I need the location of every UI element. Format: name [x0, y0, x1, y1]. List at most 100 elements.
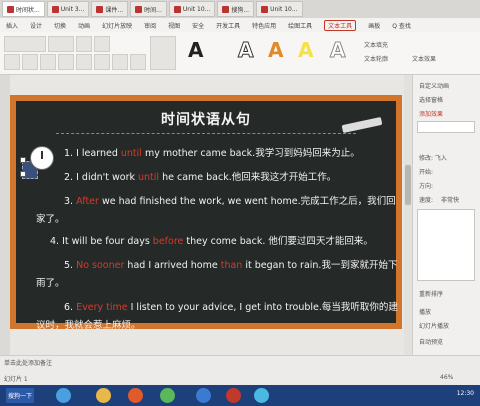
- wechat-icon[interactable]: [160, 388, 175, 403]
- align-center-icon[interactable]: [76, 54, 92, 70]
- wps-icon[interactable]: [226, 388, 241, 403]
- slide-canvas[interactable]: 时间状语从句 1. I learned until my mother came…: [10, 75, 404, 355]
- modify-label: 修改: 飞入: [419, 155, 447, 162]
- tab-6[interactable]: 搜狗...: [217, 1, 255, 17]
- ppt-icon: [173, 5, 181, 13]
- resize-handle[interactable]: [20, 171, 26, 177]
- chalkboard-slide[interactable]: 时间状语从句 1. I learned until my mother came…: [16, 101, 398, 331]
- text-style-shadow[interactable]: A: [329, 38, 346, 63]
- tab-4[interactable]: 时间...: [130, 1, 167, 17]
- font-selector[interactable]: [4, 36, 46, 52]
- app-k-icon[interactable]: [196, 388, 211, 403]
- resize-handle[interactable]: [20, 157, 26, 163]
- ppt-icon: [135, 5, 143, 13]
- menu-drawing[interactable]: 绘图工具: [288, 21, 312, 30]
- app-icon[interactable]: [254, 388, 269, 403]
- tab-1[interactable]: 时间状...: [2, 1, 45, 17]
- tab-2[interactable]: Unit 3...: [46, 1, 90, 17]
- menu-review[interactable]: 审阅: [144, 21, 156, 30]
- menu-transition[interactable]: 切换: [54, 21, 66, 30]
- align-left-icon[interactable]: [58, 54, 74, 70]
- text-effect-button[interactable]: 文本效果: [412, 54, 436, 63]
- tab-label: Unit 10...: [270, 5, 298, 13]
- menu-design[interactable]: 设计: [30, 21, 42, 30]
- sentence-2[interactable]: 2. I didn't work until he came back.他回来我…: [64, 169, 384, 183]
- line-spacing-icon[interactable]: [112, 54, 128, 70]
- bold-icon[interactable]: [4, 54, 20, 70]
- grow-font-icon[interactable]: [76, 36, 92, 52]
- tab-3[interactable]: 课件...: [91, 1, 129, 17]
- menu-security[interactable]: 安全: [192, 21, 204, 30]
- thumbnail-panel[interactable]: [0, 75, 10, 355]
- play-button[interactable]: 播放: [419, 307, 431, 316]
- speed-label: 速度:: [419, 197, 434, 204]
- reorder-label: 重新排序: [419, 291, 444, 298]
- menu-slideshow[interactable]: 幻灯片放映: [102, 21, 132, 30]
- slide-frame: 时间状语从句 1. I learned until my mother came…: [10, 95, 402, 331]
- tab-label: 时间...: [144, 6, 162, 14]
- text-style-yellow[interactable]: A: [298, 38, 313, 62]
- menu-devtools[interactable]: 开发工具: [216, 21, 240, 30]
- menu-special[interactable]: 特色应用: [252, 21, 276, 30]
- menu-animation[interactable]: 动画: [78, 21, 90, 30]
- tab-label: 课件...: [105, 6, 124, 14]
- pane-header: 自定义动画: [419, 83, 450, 90]
- animation-pane: 自定义动画 选择窗格 添加效果 修改: 飞入 开始: 方向: 速度: 非常快 重…: [412, 75, 480, 355]
- tab-label: 时间状...: [16, 6, 40, 14]
- sentence-4[interactable]: 4. It will be four days before they come…: [50, 233, 384, 247]
- add-effect-button[interactable]: 添加效果: [419, 109, 443, 118]
- ribbon-toolbar: A A A A A 文本填充 文本轮廓 文本效果: [0, 32, 480, 75]
- vertical-scrollbar[interactable]: [404, 75, 412, 355]
- select-pane-button[interactable]: 选择窗格: [419, 95, 443, 104]
- ppt-icon: [51, 5, 59, 13]
- text-style-orange[interactable]: A: [268, 38, 283, 62]
- animation-list[interactable]: [417, 209, 475, 281]
- folder-icon[interactable]: [96, 388, 111, 403]
- ppt-icon: [96, 5, 104, 13]
- media-icon[interactable]: [128, 388, 143, 403]
- sentence-5-cont[interactable]: 雨了。: [36, 275, 384, 289]
- speed-value[interactable]: 非常快: [441, 195, 459, 204]
- text-style-plain[interactable]: A: [188, 38, 203, 62]
- sentence-1[interactable]: 1. I learned until my mother came back.我…: [64, 145, 384, 159]
- effect-dropdown[interactable]: [417, 121, 475, 133]
- clock-icon[interactable]: [30, 146, 54, 170]
- ribbon-menu: 插入 设计 切换 动画 幻灯片放映 审阅 视图 安全 开发工具 特色应用 绘图工…: [0, 18, 480, 32]
- notes-placeholder[interactable]: 单击此处添加备注: [4, 358, 52, 367]
- menu-board[interactable]: 画板: [368, 21, 380, 30]
- shrink-font-icon[interactable]: [94, 36, 110, 52]
- text-outline-button[interactable]: 文本轮廓: [364, 54, 388, 63]
- slide-number: 幻灯片 1: [4, 376, 28, 383]
- menu-view[interactable]: 视图: [168, 21, 180, 30]
- ppt-icon: [7, 5, 14, 13]
- italic-icon[interactable]: [22, 54, 38, 70]
- title-divider: [56, 133, 356, 134]
- clock: 12:30: [456, 390, 474, 397]
- scroll-thumb[interactable]: [405, 165, 411, 205]
- start-button[interactable]: 搜狗一下: [6, 388, 34, 403]
- sentence-3[interactable]: 3. After we had finished the work, we we…: [64, 193, 396, 207]
- align-right-icon[interactable]: [94, 54, 110, 70]
- text-fill-button[interactable]: 文本填充: [364, 40, 388, 49]
- sentence-5[interactable]: 5. No sooner had I arrived home than it …: [64, 257, 397, 271]
- menu-insert[interactable]: 插入: [6, 21, 18, 30]
- tab-5[interactable]: Unit 10...: [168, 1, 216, 17]
- sentence-6[interactable]: 6. Every time I listen to your advice, I…: [64, 299, 398, 313]
- underline-icon[interactable]: [40, 54, 56, 70]
- sentence-6-cont[interactable]: 议时，我就会惹上麻烦。: [36, 317, 384, 331]
- slide-title[interactable]: 时间状语从句: [16, 109, 396, 129]
- columns-icon[interactable]: [130, 54, 146, 70]
- menu-text-tools[interactable]: 文本工具: [324, 19, 357, 31]
- text-direction-button[interactable]: [150, 36, 176, 70]
- auto-preview-checkbox[interactable]: 自动预览: [419, 337, 443, 346]
- sentence-3-cont[interactable]: 家了。: [36, 211, 384, 225]
- menu-search[interactable]: Q 查找: [392, 21, 411, 30]
- ie-icon[interactable]: [56, 388, 71, 403]
- font-size-selector[interactable]: [48, 36, 74, 52]
- start-label: 开始:: [419, 169, 434, 176]
- text-style-outline[interactable]: A: [237, 38, 254, 63]
- direction-label: 方向:: [419, 183, 434, 190]
- zoom-level[interactable]: 46%: [440, 374, 453, 381]
- slideshow-button[interactable]: 幻灯片播放: [419, 321, 449, 330]
- tab-7[interactable]: Unit 10...: [256, 1, 303, 17]
